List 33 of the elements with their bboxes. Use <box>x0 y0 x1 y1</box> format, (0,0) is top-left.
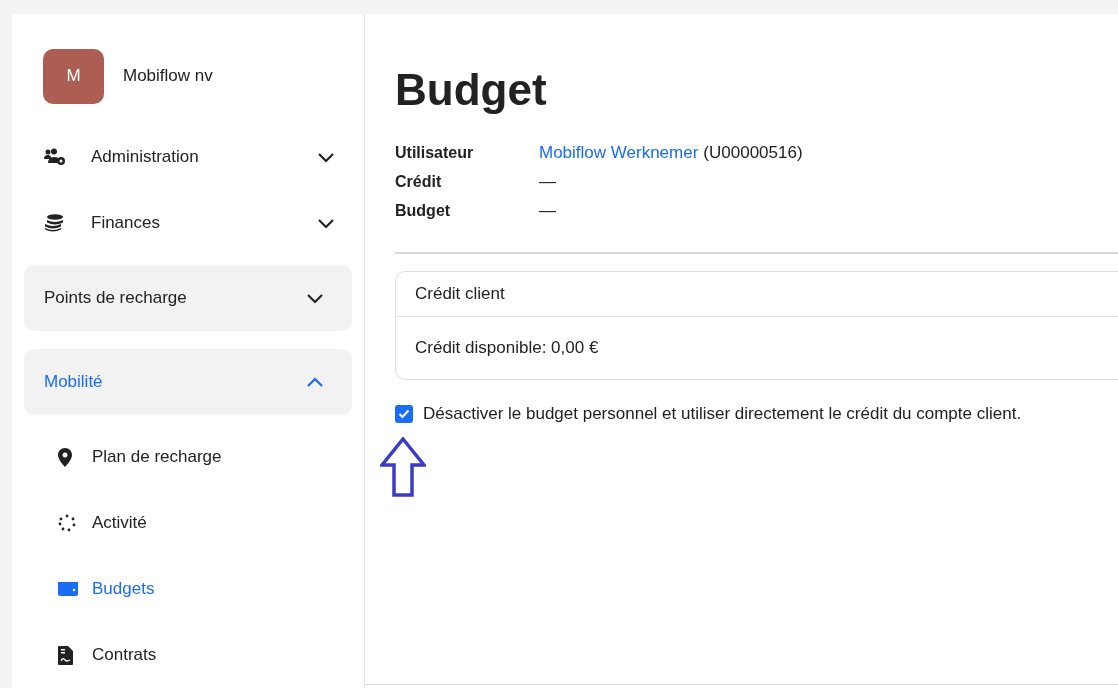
available-credit: Crédit disponible: 0,00 € <box>415 337 599 360</box>
chevron-up-icon <box>306 376 324 388</box>
organization-name: Mobiflow nv <box>123 65 213 88</box>
users-gear-icon <box>44 148 66 166</box>
menu-link[interactable]: Contrats <box>12 622 177 688</box>
page-title: Budget <box>395 66 547 114</box>
menu-item[interactable]: Finances <box>12 190 364 256</box>
coins-icon <box>44 214 64 232</box>
document-icon <box>58 645 73 665</box>
wallet-icon <box>58 581 78 597</box>
menu-link[interactable]: Plan de recharge <box>12 424 242 490</box>
detail-value: — <box>539 199 556 222</box>
up-arrow-icon <box>380 437 426 497</box>
menu-group[interactable]: Points de recharge <box>24 265 352 331</box>
menu-link[interactable]: Budgets <box>12 556 175 622</box>
chevron-down-icon <box>306 292 324 304</box>
user-link[interactable]: Mobiflow Werknemer <box>539 139 699 166</box>
menu-link[interactable]: Activité <box>12 490 167 556</box>
detail-label: Utilisateur <box>395 142 475 163</box>
chevron-down-icon <box>317 151 335 163</box>
checkbox[interactable] <box>395 404 413 423</box>
map-pin-icon <box>58 447 72 467</box>
menu-item[interactable]: Administration <box>12 124 364 190</box>
detail-label: Crédit <box>395 171 443 192</box>
avatar: M <box>43 48 104 104</box>
detail-label: Budget <box>395 200 452 221</box>
detail-value: — <box>539 170 556 193</box>
menu-group[interactable]: Mobilité <box>24 349 352 415</box>
card-title: Crédit client <box>415 283 505 306</box>
chevron-down-icon <box>317 217 335 229</box>
dotted-circle-icon <box>58 514 78 532</box>
checkbox-label: Désactiver le budget personnel et utiliser directement le crédit du compte client. <box>423 403 1022 425</box>
detail-value: (U00000516) <box>703 141 803 164</box>
